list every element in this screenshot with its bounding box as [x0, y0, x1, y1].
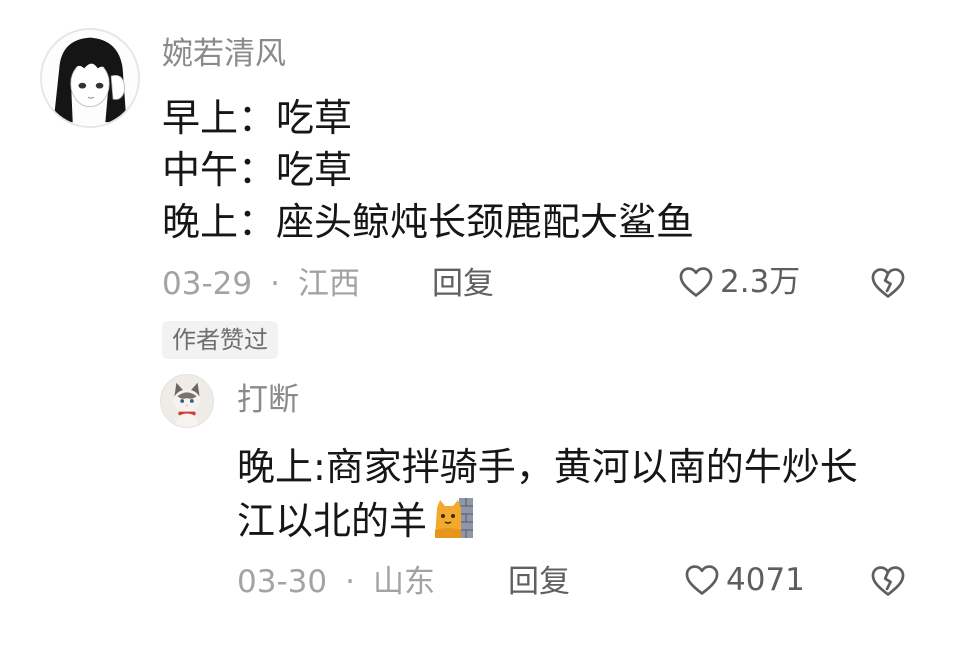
like-button[interactable]: 4071: [682, 560, 805, 600]
reply-line-text: 江以北的羊: [237, 499, 428, 543]
avatar-cat-image: [161, 375, 213, 427]
reply-line: 晚上:商家拌骑手，黄河以南的牛炒长: [237, 445, 858, 489]
comment-date: 03-29: [162, 266, 253, 302]
broken-heart-icon: [871, 268, 905, 298]
reply-button[interactable]: 回复: [508, 562, 570, 602]
like-count: 4071: [726, 562, 805, 598]
comment-meta: 03-29 · 江西: [162, 264, 360, 304]
avatar[interactable]: [40, 28, 140, 128]
dislike-button[interactable]: [868, 264, 908, 302]
broken-heart-icon: [871, 566, 905, 596]
reply-meta: 03-30 · 山东: [237, 562, 435, 602]
avatar-anime-girl-image: [42, 30, 138, 126]
reply-body: 晚上:商家拌骑手，黄河以南的牛炒长 江以北的羊: [237, 440, 917, 548]
author-liked-badge: 作者赞过: [162, 321, 278, 359]
comment-line: 晚上：座头鲸炖长颈鹿配大鲨鱼: [162, 200, 695, 244]
meta-separator: ·: [345, 564, 355, 600]
comment-location: 江西: [297, 266, 360, 302]
comment-line: 早上：吃草: [162, 96, 353, 140]
like-count: 2.3万: [720, 264, 801, 300]
comment-author-name[interactable]: 婉若清风: [162, 34, 286, 74]
reply-date: 03-30: [237, 564, 328, 600]
dislike-button[interactable]: [868, 562, 908, 600]
reply-author-name[interactable]: 打断: [237, 380, 299, 420]
reply-line: 江以北的羊: [237, 494, 917, 548]
reply-location: 山东: [372, 564, 435, 600]
comment-body: 早上：吃草 中午：吃草 晚上：座头鲸炖长颈鹿配大鲨鱼: [162, 92, 922, 248]
comment-main: 婉若清风 早上：吃草 中午：吃草 晚上：座头鲸炖长颈鹿配大鲨鱼 03-29 · 江西…: [0, 0, 960, 370]
comment-line: 中午：吃草: [162, 148, 353, 192]
heart-outline-icon: [679, 267, 713, 297]
cat-peeking-wall-emoji: [435, 498, 474, 538]
heart-outline-icon: [685, 565, 719, 595]
like-button[interactable]: 2.3万: [676, 262, 800, 302]
meta-separator: ·: [270, 266, 280, 302]
reply-avatar[interactable]: [160, 374, 214, 428]
reply-button[interactable]: 回复: [432, 264, 494, 304]
